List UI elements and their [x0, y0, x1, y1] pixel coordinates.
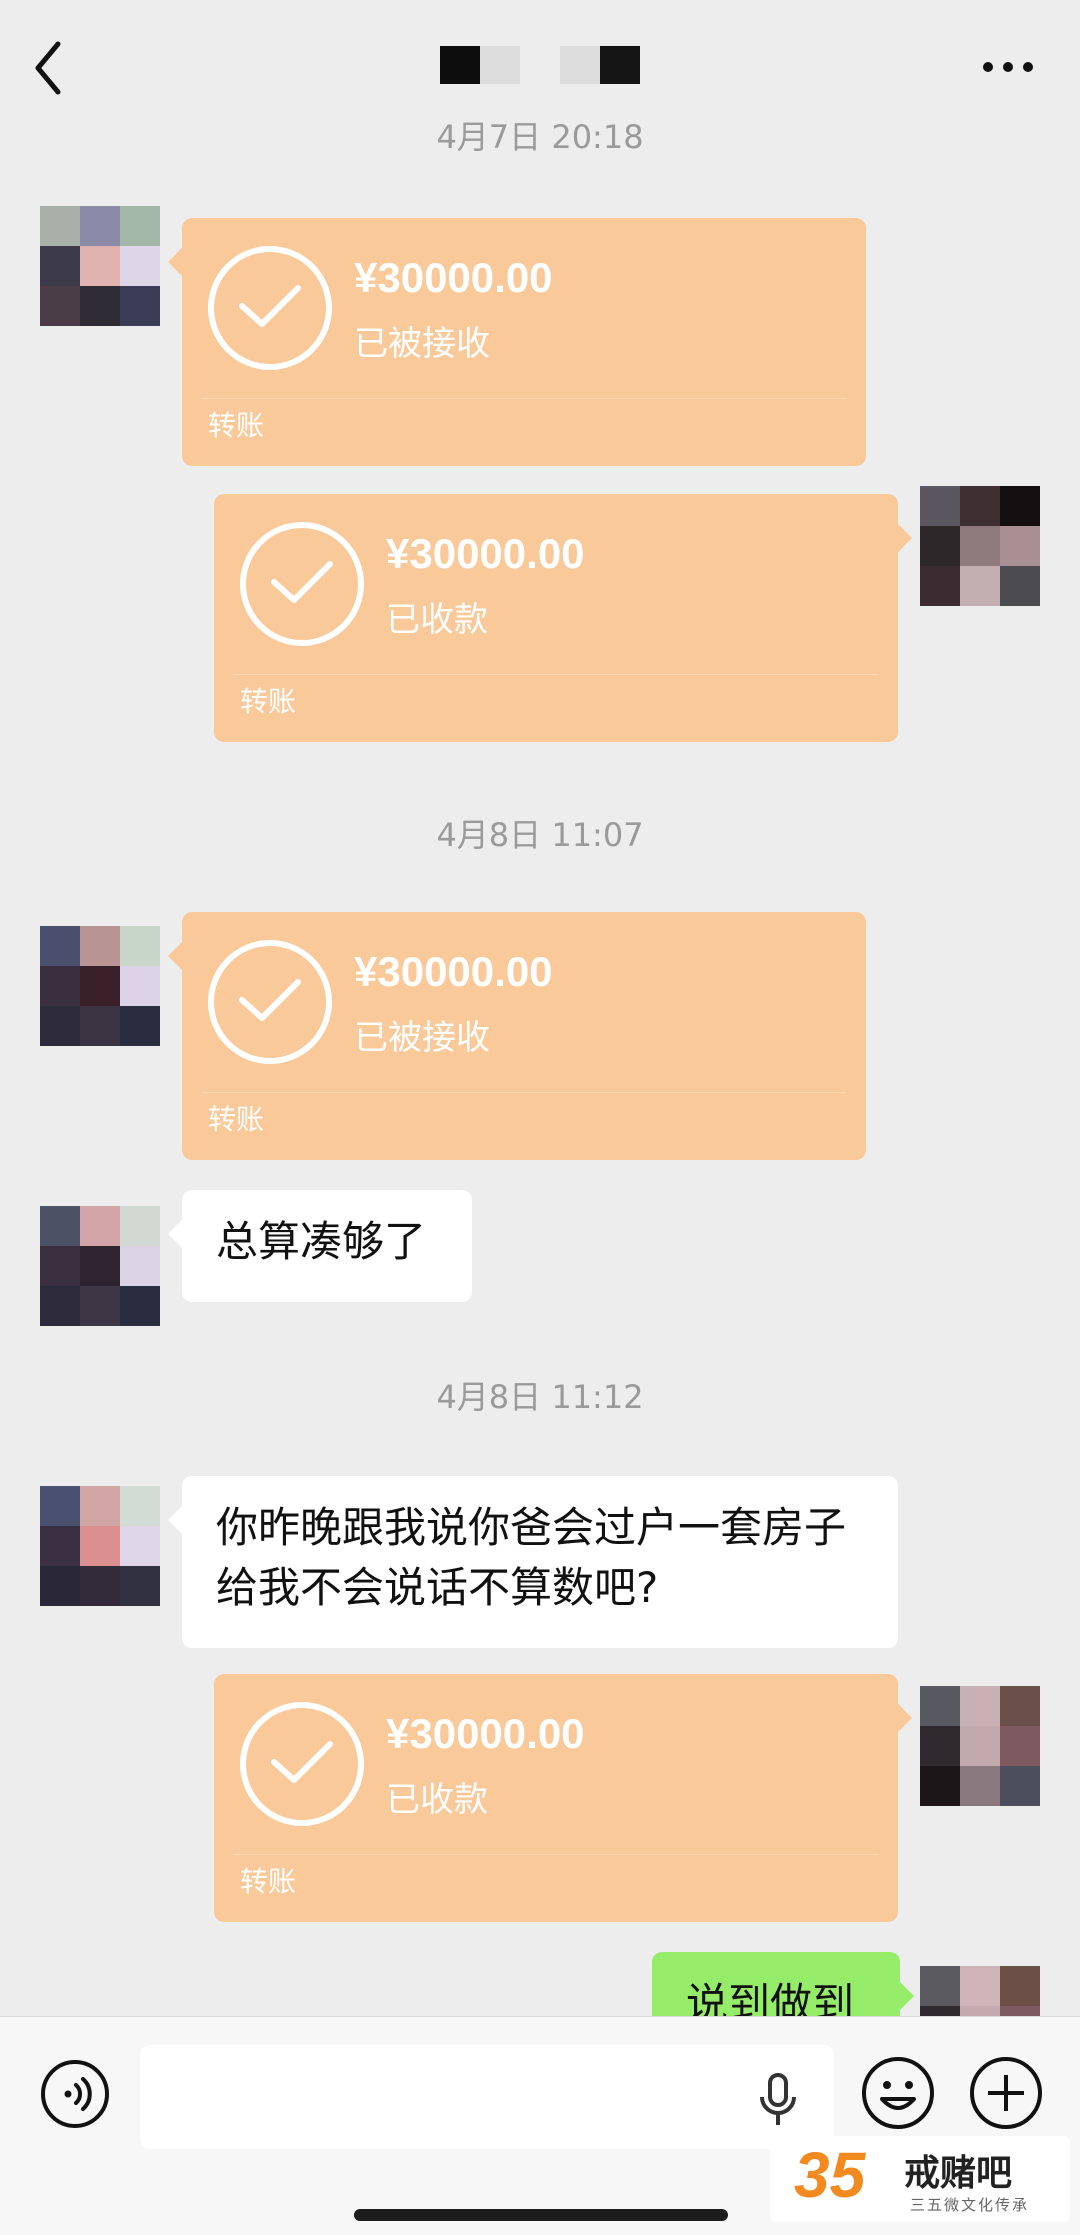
home-indicator — [354, 2209, 728, 2221]
avatar[interactable] — [40, 926, 160, 1046]
voice-icon[interactable] — [40, 2059, 110, 2129]
bubble-tail — [168, 1506, 182, 1534]
contact-name-redacted — [560, 46, 600, 84]
avatar[interactable] — [40, 206, 160, 326]
check-circle-icon — [208, 246, 332, 370]
bubble-tail — [900, 1982, 914, 2010]
more-horizontal-icon[interactable] — [980, 52, 1036, 82]
transfer-label: 转账 — [208, 409, 265, 442]
timestamp: 4月8日 11:07 — [436, 816, 644, 854]
chat-header — [0, 0, 1080, 128]
transfer-amount: ¥30000.00 — [386, 1710, 585, 1757]
transfer-label: 转账 — [208, 1103, 265, 1136]
contact-name-redacted — [440, 46, 480, 84]
transfer-card[interactable]: ¥30000.00 已被接收 转账 — [168, 912, 866, 1160]
transfer-status: 已收款 — [386, 1780, 488, 1820]
avatar[interactable] — [40, 1206, 160, 1326]
watermark-logo: 35 戒赌吧 三五微文化传承 — [770, 2136, 1070, 2222]
bubble-tail — [898, 524, 912, 552]
transfer-status: 已被接收 — [354, 324, 490, 364]
transfer-card[interactable]: ¥30000.00 已收款 转账 — [214, 494, 912, 742]
watermark-brand: 戒赌吧 — [904, 2153, 1013, 2194]
message-bubble[interactable]: 总算凑够了 — [168, 1190, 472, 1302]
check-circle-icon — [240, 522, 364, 646]
transfer-status: 已被接收 — [354, 1018, 490, 1058]
microphone-icon[interactable] — [758, 2073, 798, 2129]
transfer-amount: ¥30000.00 — [354, 254, 553, 301]
watermark-tagline: 三五微文化传承 — [910, 2196, 1030, 2214]
transfer-status: 已收款 — [386, 600, 488, 640]
contact-name-redacted — [480, 46, 520, 84]
check-circle-icon — [208, 940, 332, 1064]
avatar[interactable] — [920, 486, 1040, 606]
transfer-card[interactable]: ¥30000.00 已被接收 转账 — [168, 218, 866, 466]
check-circle-icon — [240, 1702, 364, 1826]
contact-name-redacted — [600, 46, 640, 84]
divider — [202, 398, 846, 399]
timestamp: 4月8日 11:12 — [436, 1378, 644, 1416]
timestamp: 4月7日 20:18 — [436, 118, 644, 156]
message-input[interactable] — [140, 2045, 834, 2149]
bubble-tail — [898, 1704, 912, 1732]
bubble-tail — [168, 942, 182, 970]
divider — [202, 1092, 846, 1093]
message-text: 总算凑够了 — [216, 1217, 427, 1266]
divider — [234, 1854, 878, 1855]
bubble-tail — [168, 248, 182, 276]
avatar[interactable] — [920, 1686, 1040, 1806]
bubble-tail — [168, 1220, 182, 1248]
emoji-icon[interactable] — [860, 2055, 936, 2131]
message-bubble[interactable]: 你昨晚跟我说你爸会过户一套房子给我不会说话不算数吧? — [168, 1476, 898, 1648]
transfer-label: 转账 — [240, 685, 297, 718]
message-text: 你昨晚跟我说你爸会过户一套房子给我不会说话不算数吧? — [216, 1503, 847, 1612]
transfer-card[interactable]: ¥30000.00 已收款 转账 — [214, 1674, 912, 1922]
transfer-amount: ¥30000.00 — [354, 948, 553, 995]
transfer-amount: ¥30000.00 — [386, 530, 585, 577]
chevron-left-icon[interactable] — [30, 38, 70, 98]
watermark-number: 35 — [794, 2139, 866, 2211]
avatar[interactable] — [40, 1486, 160, 1606]
transfer-label: 转账 — [240, 1865, 297, 1898]
divider — [234, 674, 878, 675]
plus-icon[interactable] — [968, 2055, 1044, 2131]
